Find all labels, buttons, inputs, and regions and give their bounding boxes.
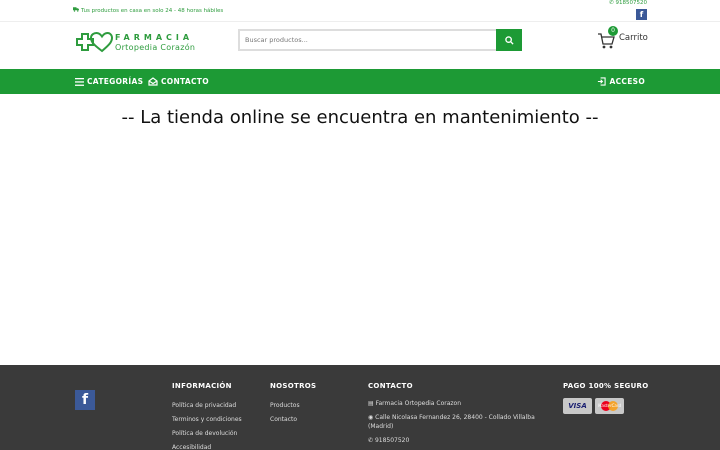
link-accessibility[interactable]: Accesibilidad (172, 441, 242, 450)
heart-cross-logo (76, 31, 113, 53)
mastercard-icon: MasterCard (595, 398, 624, 414)
payment-methods: VISA MasterCard (563, 398, 649, 414)
footer: f INFORMACIÓN Política de privacidad Ter… (0, 365, 720, 450)
company-icon: ▤ (368, 400, 374, 407)
link-returns[interactable]: Política de devolución (172, 427, 242, 441)
footer-phone-number: 918507520 (374, 437, 410, 444)
maintenance-notice: -- La tienda online se encuentra en mant… (121, 107, 599, 128)
footer-payment-column: PAGO 100% SEGURO VISA MasterCard (563, 382, 649, 414)
link-privacy-policy[interactable]: Política de privacidad (172, 399, 242, 413)
shipping-text: Tus productos en casa en solo 24 - 48 ho… (81, 7, 224, 14)
cart-label: Carrito (619, 33, 648, 43)
main-nav: CATEGORÍAS CONTACTO ACCESO (0, 69, 720, 94)
cart-count-badge: 0 (608, 26, 618, 36)
footer-payment-heading: PAGO 100% SEGURO (563, 382, 649, 390)
footer-about-column: NOSOTROS Productos Contacto (270, 382, 316, 427)
search-bar (238, 29, 522, 51)
phone-icon: ✆ (609, 0, 614, 6)
nav-contact[interactable]: CONTACTO (148, 69, 209, 94)
footer-info-heading: INFORMACIÓN (172, 382, 232, 390)
footer-about-heading: NOSOTROS (270, 382, 317, 390)
footer-contact-heading: CONTACTO (368, 382, 413, 390)
footer-contact-column: CONTACTO ▤ Farmacia Ortopedia Corazon ◉ … (368, 382, 543, 450)
facebook-icon[interactable]: f (636, 9, 647, 20)
search-input[interactable] (245, 33, 495, 47)
shipping-notice: Tus productos en casa en solo 24 - 48 ho… (73, 7, 223, 14)
footer-address: ◉ Calle Nicolasa Fernandez 26, 28400 - C… (368, 413, 543, 431)
phone-icon: ✆ (368, 437, 374, 444)
map-pin-icon: ◉ (368, 414, 374, 421)
truck-icon (73, 7, 79, 14)
company-name: Farmacia Ortopedia Corazon (375, 400, 462, 407)
search-icon (504, 35, 514, 45)
search-button[interactable] (496, 29, 522, 51)
top-bar: Tus productos en casa en solo 24 - 48 ho… (0, 0, 720, 22)
link-terms[interactable]: Terminos y condiciones (172, 413, 242, 427)
footer-company: ▤ Farmacia Ortopedia Corazon (368, 399, 543, 408)
phone-number: 918507520 (615, 0, 648, 6)
site-logo[interactable]: FARMACIA Ortopedia Corazón (75, 31, 210, 55)
facebook-icon[interactable]: f (75, 390, 95, 410)
contact-icon (148, 77, 158, 86)
topbar-phone[interactable]: ✆ 918507520 (609, 0, 647, 6)
login-icon (598, 77, 607, 86)
cart-button[interactable]: 0 Carrito (597, 26, 657, 51)
nav-login-label: ACCESO (609, 77, 645, 86)
logo-text: FARMACIA Ortopedia Corazón (115, 33, 195, 52)
nav-login[interactable]: ACCESO (597, 69, 645, 94)
page: Tus productos en casa en solo 24 - 48 ho… (0, 0, 720, 450)
logo-line2: Ortopedia Corazón (115, 43, 196, 52)
address-text: Calle Nicolasa Fernandez 26, 28400 - Col… (368, 414, 535, 430)
nav-contact-label: CONTACTO (161, 77, 209, 86)
footer-info-column: INFORMACIÓN Política de privacidad Termi… (172, 382, 242, 450)
menu-icon (75, 77, 84, 86)
logo-line1: FARMACIA (115, 33, 194, 42)
nav-categories-label: CATEGORÍAS (87, 77, 144, 86)
link-products[interactable]: Productos (270, 399, 316, 413)
nav-categories[interactable]: CATEGORÍAS (75, 69, 143, 94)
mastercard-label: MasterCard (597, 403, 622, 408)
footer-phone[interactable]: ✆ 918507520 (368, 436, 543, 445)
visa-card-icon: VISA (563, 398, 592, 414)
link-contact[interactable]: Contacto (270, 413, 316, 427)
